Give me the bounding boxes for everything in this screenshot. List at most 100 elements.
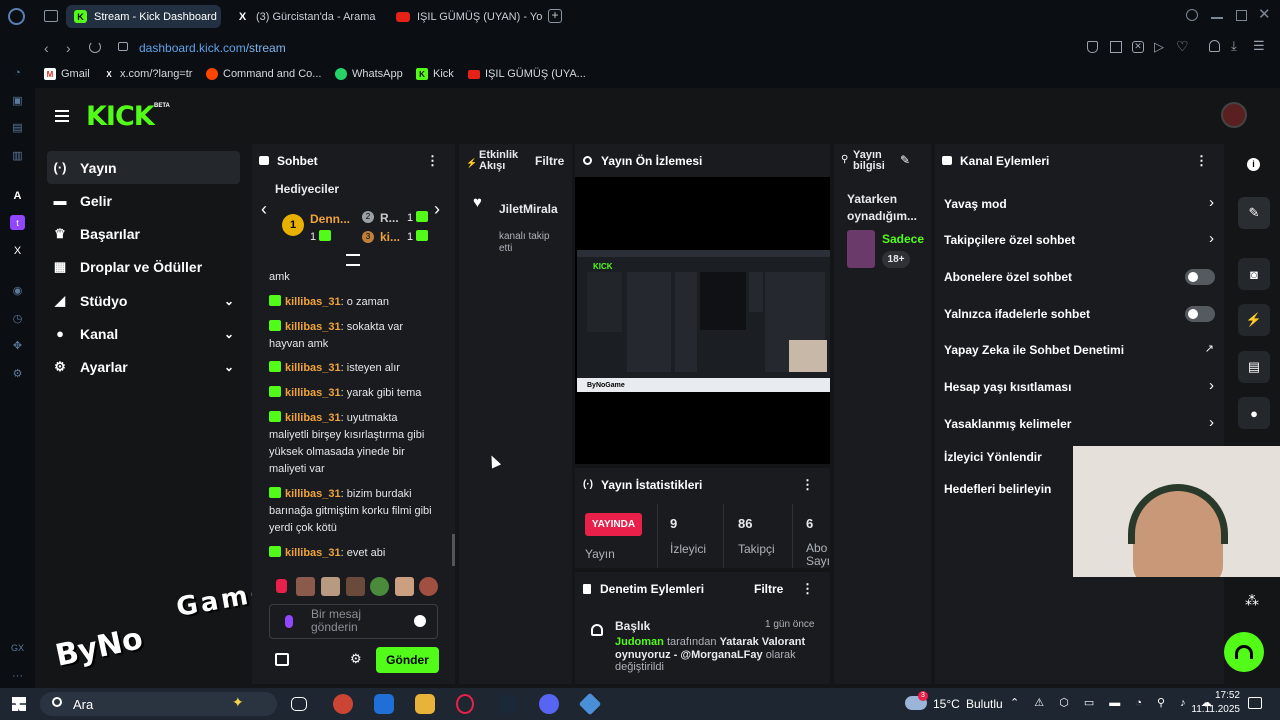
tab-youtube[interactable]: IŞIL GÜMÜŞ (UYAN) - You bbox=[388, 5, 543, 28]
bookmark-whatsapp[interactable]: WhatsApp bbox=[335, 68, 403, 80]
chat-username[interactable]: killibas_31 bbox=[285, 296, 341, 308]
twitch-icon[interactable]: t bbox=[10, 215, 25, 230]
emote-icon[interactable] bbox=[296, 577, 315, 596]
action-redirect-viewers[interactable]: İzleyici Yönlendir bbox=[935, 446, 1075, 468]
adblock-icon[interactable]: ✕ bbox=[1132, 41, 1144, 53]
store-icon[interactable] bbox=[275, 653, 289, 666]
sidebar-item-yayin[interactable]: (·) Yayın bbox=[47, 151, 240, 184]
taskbar-app-icon[interactable] bbox=[578, 692, 602, 716]
gifter-name[interactable]: R... bbox=[380, 211, 399, 225]
new-tab-plus-icon[interactable]: + bbox=[548, 9, 562, 23]
history-icon[interactable]: ◷ bbox=[10, 311, 25, 326]
easy-setup-icon[interactable]: ☰ bbox=[1253, 38, 1265, 54]
more-vertical-icon[interactable]: ⋮ bbox=[801, 581, 814, 597]
sidebar-item-ayarlar[interactable]: ⚙ Ayarlar ⌄ bbox=[47, 350, 240, 383]
hamburger-menu-icon[interactable] bbox=[55, 110, 69, 122]
emote-icon[interactable] bbox=[419, 577, 438, 596]
action-slow-mode[interactable]: Yavaş mod › bbox=[935, 190, 1224, 218]
category-thumbnail[interactable] bbox=[847, 230, 875, 268]
task-view-icon[interactable] bbox=[291, 697, 307, 711]
weather-text[interactable]: Bulutlu bbox=[966, 697, 1003, 711]
emote-icon[interactable] bbox=[321, 577, 340, 596]
clock-date[interactable]: 11.11.2025 bbox=[1175, 704, 1240, 715]
forward-arrow-icon[interactable]: › bbox=[66, 40, 71, 56]
settings-gear-icon[interactable]: ⚙ bbox=[10, 366, 25, 381]
opera-gx-taskbar-icon[interactable] bbox=[456, 694, 474, 714]
bookmark-kick[interactable]: K Kick bbox=[416, 68, 454, 80]
more-dots-icon[interactable]: ··· bbox=[10, 668, 25, 683]
sidebar-item-studyo[interactable]: ◢ Stüdyo ⌄ bbox=[47, 284, 240, 317]
bookmark-reddit[interactable]: Command and Co... bbox=[206, 68, 321, 80]
emotes-only-toggle[interactable] bbox=[1185, 306, 1215, 322]
download-icon[interactable]: ⤓ bbox=[1231, 38, 1237, 54]
steam-icon[interactable] bbox=[498, 694, 518, 714]
emote-icon[interactable] bbox=[346, 577, 365, 596]
activity-event-user[interactable]: JiletMirala bbox=[499, 202, 569, 216]
heart-bookmark-icon[interactable]: ♡ bbox=[1176, 38, 1189, 55]
emote-icon[interactable] bbox=[370, 577, 389, 596]
snapshot-icon[interactable] bbox=[1110, 41, 1122, 53]
more-vertical-icon[interactable]: ⋮ bbox=[1195, 153, 1208, 169]
widgets-icon[interactable]: ⁂ bbox=[1245, 592, 1259, 609]
windows-start-icon[interactable] bbox=[12, 697, 26, 711]
maximize-window-icon[interactable] bbox=[1236, 10, 1247, 21]
more-vertical-icon[interactable]: ⋮ bbox=[426, 153, 439, 169]
chat-username[interactable]: killibas_31 bbox=[285, 387, 341, 399]
chat-popout-button[interactable]: ● bbox=[1238, 397, 1270, 429]
weather-temp[interactable]: 15°C bbox=[933, 697, 960, 711]
bookmark-x[interactable]: Xx.com/?lang=tr bbox=[103, 68, 192, 80]
edit-stream-button[interactable]: ✎ bbox=[1238, 197, 1270, 229]
tab-x-search[interactable]: X (3) Gürcistan'da - Arama bbox=[228, 5, 383, 28]
url-field[interactable]: dashboard.kick.com/stream bbox=[139, 41, 286, 55]
action-followers-only[interactable]: Takipçilere özel sohbet › bbox=[935, 226, 1224, 254]
player-icon[interactable]: ◉ bbox=[10, 283, 25, 298]
chat-username[interactable]: killibas_31 bbox=[285, 547, 341, 559]
tab-islands-icon[interactable] bbox=[44, 10, 58, 22]
gifter-name[interactable]: Denn... bbox=[310, 212, 350, 226]
search-tabs-icon[interactable] bbox=[1186, 9, 1198, 21]
gx-corner-icon[interactable]: ▤ bbox=[10, 120, 25, 135]
gifter-name[interactable]: ki... bbox=[380, 230, 400, 244]
info-icon[interactable]: i bbox=[1247, 158, 1260, 171]
edit-pencil-icon[interactable]: ✎ bbox=[900, 153, 910, 167]
messenger-icon[interactable]: ▥ bbox=[10, 148, 25, 163]
opera-gx-logo-icon[interactable] bbox=[8, 8, 25, 25]
stream-info-category[interactable]: Sadece bbox=[882, 232, 929, 246]
back-arrow-icon[interactable]: ‹ bbox=[44, 40, 49, 56]
chat-settings-gear-icon[interactable]: ⚙ bbox=[350, 651, 362, 667]
minimize-window-icon[interactable] bbox=[1211, 17, 1223, 19]
chat-scrollbar[interactable] bbox=[452, 534, 455, 566]
support-button[interactable] bbox=[1224, 632, 1264, 672]
more-vertical-icon[interactable]: ⋮ bbox=[801, 477, 814, 493]
chat-username[interactable]: killibas_31 bbox=[285, 488, 341, 500]
action-banned-words[interactable]: Yasaklanmış kelimeler › bbox=[935, 410, 1224, 438]
preview-video[interactable]: KICK ByNoGame bbox=[577, 250, 830, 392]
avatar[interactable] bbox=[1221, 102, 1247, 128]
notifications-icon[interactable] bbox=[1248, 697, 1262, 709]
close-window-icon[interactable]: ✕ bbox=[1258, 5, 1271, 23]
gx-cleaner-icon[interactable]: ▣ bbox=[10, 93, 25, 108]
reload-icon[interactable] bbox=[89, 41, 101, 53]
bookmark-gmail[interactable]: M Gmail bbox=[44, 68, 90, 80]
chat-username[interactable]: killibas_31 bbox=[285, 321, 341, 333]
outlook-icon[interactable] bbox=[374, 694, 394, 714]
sidebar-item-kanal[interactable]: ● Kanal ⌄ bbox=[47, 317, 240, 350]
emote-icon[interactable] bbox=[276, 579, 287, 593]
chat-username[interactable]: killibas_31 bbox=[285, 362, 341, 374]
sidebar-item-basarilar[interactable]: ♛ Başarılar bbox=[47, 217, 240, 250]
taskbar-search[interactable]: Ara ✦ bbox=[40, 692, 277, 716]
taskbar-app-icon[interactable] bbox=[333, 694, 353, 714]
scroll-to-bottom-icon[interactable] bbox=[346, 254, 360, 266]
extensions-icon[interactable]: ✥ bbox=[10, 338, 25, 353]
moderation-filter-button[interactable]: Filtre bbox=[754, 582, 783, 596]
quick-action-button[interactable]: ⚡ bbox=[1238, 304, 1270, 336]
action-ai-moderation[interactable]: Yapay Zeka ile Sohbet Denetimi ↗ bbox=[935, 336, 1224, 364]
x-sidebar-icon[interactable]: X bbox=[10, 243, 25, 258]
sidebar-item-droplar[interactable]: ▦ Droplar ve Ödüller bbox=[47, 250, 240, 283]
moderation-entry-user[interactable]: Judoman bbox=[615, 636, 664, 648]
pin-icon[interactable] bbox=[1087, 41, 1098, 53]
activity-filter-button[interactable]: Filtre bbox=[535, 154, 564, 168]
chat-username[interactable]: killibas_31 bbox=[285, 412, 341, 424]
gifters-next-icon[interactable]: › bbox=[434, 199, 440, 220]
camera-button[interactable]: ◙ bbox=[1238, 258, 1270, 290]
